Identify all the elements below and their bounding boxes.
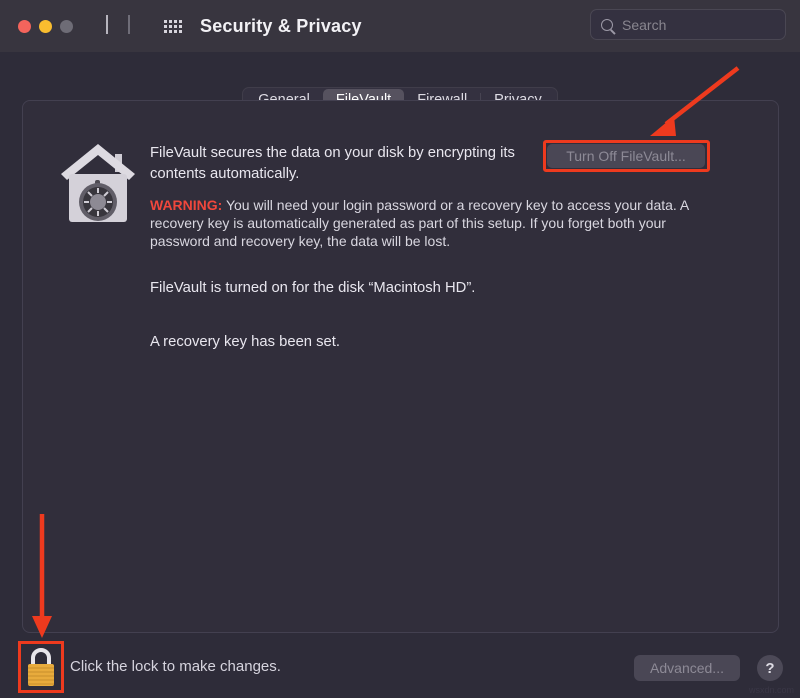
show-all-preferences-grid-icon[interactable] (164, 19, 182, 33)
warning-body: You will need your login password or a r… (150, 197, 689, 249)
traffic-light-controls (18, 19, 73, 33)
navigation-arrows (106, 15, 130, 35)
help-button[interactable]: ? (757, 655, 783, 681)
search-field[interactable]: Search (590, 9, 786, 40)
close-window-button[interactable] (18, 19, 31, 33)
filevault-description: FileVault secures the data on your disk … (150, 145, 515, 182)
window-titlebar: Security & Privacy Search (0, 0, 800, 52)
filevault-warning: WARNING: You will need your login passwo… (150, 196, 702, 250)
back-chevron-icon[interactable] (106, 15, 108, 35)
advanced-button[interactable]: Advanced... (634, 655, 740, 681)
search-placeholder: Search (622, 16, 667, 33)
warning-label: WARNING: (150, 197, 223, 213)
search-icon (601, 18, 613, 31)
watermark: wsxdn.com (748, 685, 794, 695)
annotation-highlight-lock-icon (18, 641, 64, 693)
page-title: Security & Privacy (200, 15, 362, 36)
minimize-window-button[interactable] (39, 19, 52, 33)
system-preferences-window: Security & Privacy Search General FileVa… (0, 0, 800, 698)
annotation-highlight-turn-off-button (543, 140, 710, 172)
maximize-window-button[interactable] (60, 19, 73, 33)
forward-chevron-icon[interactable] (128, 15, 130, 35)
lock-hint-text: Click the lock to make changes. (70, 658, 281, 675)
filevault-house-safe-icon (61, 144, 135, 222)
filevault-status-recovery-key: A recovery key has been set. (150, 334, 340, 350)
filevault-status-disk: FileVault is turned on for the disk “Mac… (150, 280, 476, 296)
